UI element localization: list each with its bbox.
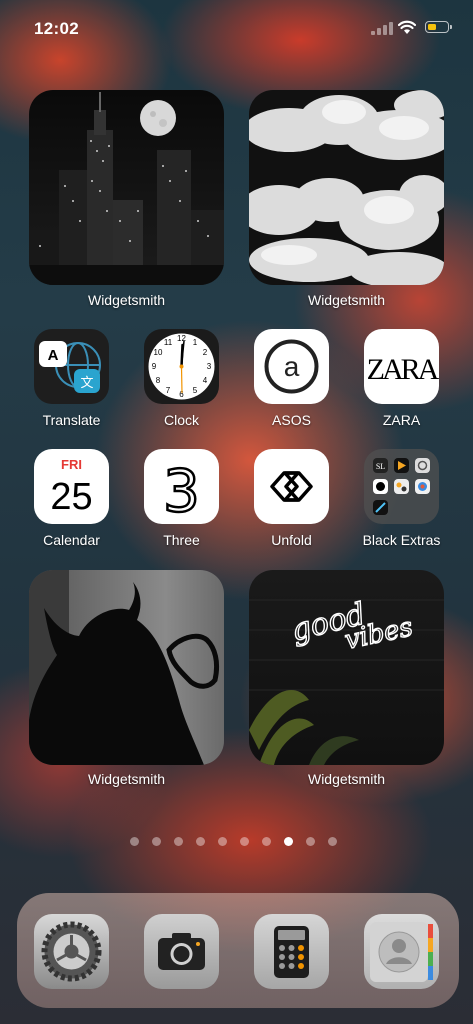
svg-text:SL: SL [376, 462, 385, 471]
dock-app-settings[interactable] [34, 914, 109, 989]
svg-text:文: 文 [80, 376, 93, 391]
app-label: Calendar [43, 532, 100, 548]
app-label: Three [163, 532, 200, 548]
svg-text:9: 9 [152, 362, 157, 371]
svg-text:3: 3 [207, 362, 212, 371]
battery-icon [425, 21, 452, 33]
settings-icon [41, 921, 102, 982]
app-label: Translate [42, 412, 101, 428]
status-bar: 12:02 [0, 0, 473, 52]
dock-app-contacts[interactable] [364, 914, 439, 989]
app-unfold[interactable] [254, 449, 329, 524]
silhouette-image [29, 570, 220, 765]
translate-icon: A 文 [39, 341, 101, 393]
widget-label: Widgetsmith [307, 292, 386, 308]
three-icon: 3 [162, 456, 201, 524]
zara-icon: ZARA [367, 353, 439, 386]
svg-text:A: A [48, 347, 59, 364]
widget-silhouette[interactable] [29, 570, 224, 765]
clock-icon: 12 123 4567 891011 [148, 333, 215, 400]
clouds-image [249, 90, 444, 285]
svg-text:12: 12 [177, 334, 186, 343]
app-label: Clock [163, 412, 199, 428]
calculator-icon [274, 926, 309, 978]
svg-text:11: 11 [164, 338, 173, 347]
widget-good-vibes[interactable]: good vibes [249, 570, 444, 765]
good-vibes-neon-image: good vibes [249, 596, 444, 765]
contacts-icon [370, 922, 433, 982]
camera-icon [158, 933, 205, 970]
app-label: ZARA [382, 412, 421, 428]
cellular-signal-icon [371, 22, 393, 35]
app-clock[interactable]: 12 1 2 3 4567 8 9 10 11 [144, 329, 219, 404]
svg-text:a: a [284, 351, 300, 382]
app-label: Unfold [271, 532, 312, 548]
dock-app-camera[interactable] [144, 914, 219, 989]
folder-label: Black Extras [362, 532, 441, 548]
svg-text:FRI: FRI [61, 457, 82, 472]
app-asos[interactable]: a [254, 329, 329, 404]
status-time: 12:02 [34, 19, 79, 38]
page-dot-active [284, 837, 293, 846]
widget-nyc-skyline[interactable] [29, 90, 224, 285]
svg-text:4: 4 [203, 376, 208, 385]
svg-text:1: 1 [193, 338, 198, 347]
new-york-skyline-image [29, 92, 224, 285]
app-zara[interactable]: ZARA [364, 329, 439, 404]
app-calendar[interactable]: FRI 25 [34, 449, 109, 524]
widget-label: Widgetsmith [307, 771, 386, 787]
dock-app-calculator[interactable] [254, 914, 329, 989]
app-three[interactable]: 3 [144, 449, 219, 524]
svg-text:25: 25 [50, 476, 92, 518]
svg-text:ZARA: ZARA [367, 353, 439, 386]
wifi-icon [398, 20, 416, 34]
widget-label: Widgetsmith [87, 292, 166, 308]
folder-icon: SL [373, 458, 430, 515]
dock [17, 893, 459, 1008]
widget-clouds[interactable] [249, 90, 444, 285]
app-translate[interactable]: A 文 [34, 329, 109, 404]
app-label: ASOS [272, 412, 311, 428]
asos-icon: a [264, 339, 319, 394]
calendar-icon: FRI 25 [50, 457, 92, 518]
svg-text:10: 10 [154, 348, 163, 357]
svg-text:5: 5 [193, 386, 198, 395]
svg-text:7: 7 [166, 386, 171, 395]
svg-text:2: 2 [203, 348, 208, 357]
svg-text:3: 3 [163, 457, 200, 524]
unfold-icon [270, 471, 313, 502]
folder-black-extras[interactable]: SL [364, 449, 439, 524]
widget-label: Widgetsmith [87, 771, 166, 787]
svg-text:8: 8 [156, 376, 161, 385]
